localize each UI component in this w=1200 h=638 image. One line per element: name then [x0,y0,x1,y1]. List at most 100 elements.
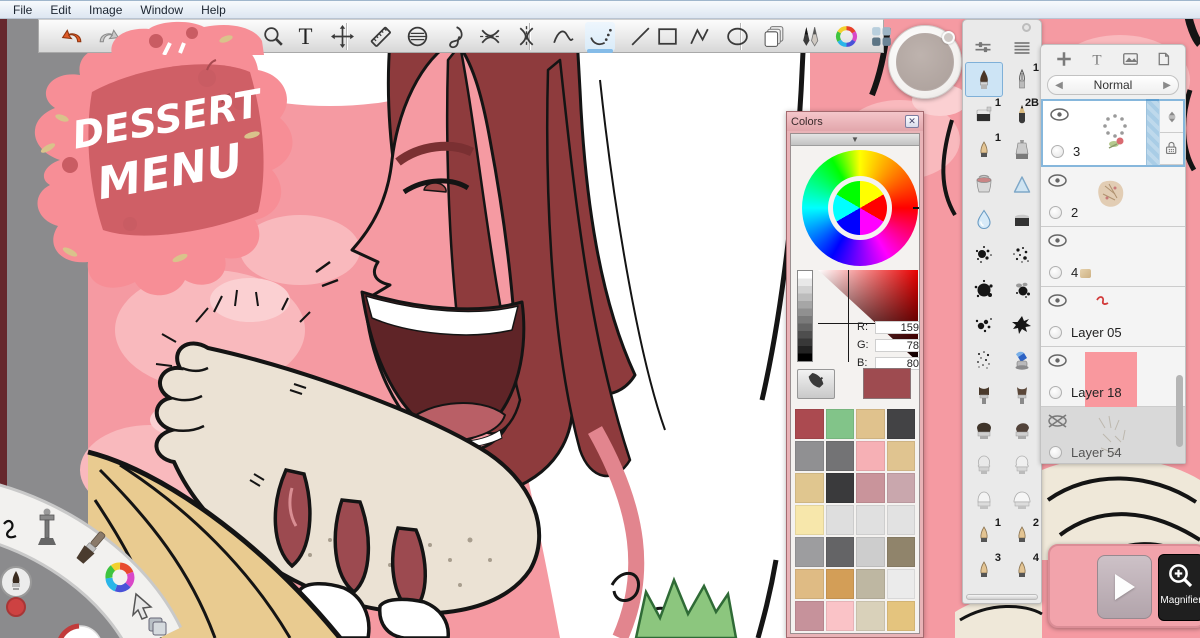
spray-can-brush[interactable] [1003,342,1041,377]
color-swatch[interactable] [887,633,916,634]
color-swatch[interactable] [795,409,824,439]
current-color-swatch[interactable] [863,368,911,399]
image-layer-icon[interactable] [1121,50,1140,68]
text-icon[interactable]: T [290,22,320,51]
layer-row[interactable]: 2 [1041,167,1185,227]
fluffy-brush-brush[interactable] [965,447,1003,482]
color-swatch[interactable] [795,537,824,567]
curve-icon[interactable] [548,22,578,51]
color-swatch[interactable] [825,569,854,599]
color-swatch[interactable] [856,633,885,634]
color-swatch[interactable] [795,633,824,634]
pen-nib-brush[interactable]: 1 [1003,62,1041,97]
layer-radio[interactable] [1049,386,1062,399]
play-button[interactable] [1097,555,1152,619]
triangle-brush[interactable] [1003,167,1041,202]
eye-icon[interactable] [1048,234,1067,247]
layer-reorder-icon[interactable] [1160,101,1183,133]
round-brush-brush[interactable] [965,412,1003,447]
rectangle-icon[interactable] [652,22,682,51]
menu-file[interactable]: File [4,2,41,18]
color-wheel-icon[interactable] [831,22,861,51]
color-swatch[interactable] [886,601,915,631]
symmetry-y-icon[interactable] [511,22,541,51]
blend-mode-select[interactable]: ◀ Normal ▶ [1047,75,1179,95]
ellipse-guide-icon[interactable] [402,22,432,51]
pencil-brush[interactable]: 2B [1003,97,1041,132]
round-brush-2-brush[interactable] [1003,412,1041,447]
colors-panel-titlebar[interactable]: Colors ✕ [787,112,923,131]
eye-icon[interactable] [1048,354,1067,367]
splat-spiky-brush[interactable] [1003,307,1041,342]
color-swatch[interactable] [825,505,854,535]
puck-handle-icon[interactable] [942,31,955,44]
ruler-icon[interactable] [365,22,395,51]
fluffy-brush-2-brush[interactable] [1003,447,1041,482]
color-swatch[interactable] [825,409,854,439]
layer-row[interactable]: Layer 54 [1041,407,1185,463]
french-curve-icon[interactable] [439,22,469,51]
wide-white-brush-brush[interactable] [1003,482,1041,517]
splat-small-brush[interactable] [965,237,1003,272]
brush-list-icon[interactable] [1002,35,1041,61]
layer-row[interactable]: Layer 05 [1041,287,1185,347]
layer-row[interactable]: 3 [1041,99,1185,167]
flat-brush-2-brush[interactable] [1003,377,1041,412]
color-swatch[interactable] [856,473,885,503]
layer-row[interactable]: 4 [1041,227,1185,287]
eye-hidden-icon[interactable] [1048,414,1067,428]
layer-radio[interactable] [1049,446,1062,459]
layers-scrollbar[interactable] [1176,375,1183,447]
color-swatch[interactable] [856,441,885,471]
flat-brush-brush[interactable] [965,377,1003,412]
eye-icon[interactable] [1050,108,1069,121]
splat-dots-brush[interactable] [1003,237,1041,272]
splat-mid-brush[interactable] [965,307,1003,342]
cone-brush[interactable]: 3 [965,552,1003,587]
polyline-icon[interactable] [685,22,715,51]
airbrush-brush[interactable] [1003,132,1041,167]
color-swatch[interactable] [886,505,915,535]
color-swatch[interactable] [795,569,824,599]
color-wheel[interactable] [802,150,918,266]
redo-icon[interactable] [93,22,123,51]
green-value-field[interactable]: 78 [875,338,919,352]
layer-radio[interactable] [1049,206,1062,219]
color-swatch[interactable] [886,409,915,439]
cone-brush[interactable]: 4 [1003,552,1041,587]
color-swatch[interactable] [886,537,915,567]
color-swatch[interactable] [856,409,885,439]
color-swatch[interactable] [825,601,854,631]
color-swatch[interactable] [886,569,915,599]
brush-editor-icon[interactable] [795,22,825,51]
zoom-icon[interactable] [258,22,288,51]
layers-icon[interactable] [759,22,789,51]
layer-opacity-strip[interactable] [1146,101,1159,165]
color-wheel-inner-pie[interactable] [833,181,887,235]
color-swatch[interactable] [886,473,915,503]
drop-brush[interactable] [965,202,1003,237]
layer-radio[interactable] [1049,266,1062,279]
text-layer-icon[interactable]: T [1088,50,1106,68]
color-swatch[interactable] [825,537,854,567]
curve-dots-icon[interactable] [585,22,615,53]
flat-white-brush-brush[interactable] [965,482,1003,517]
color-swatch[interactable] [826,633,855,634]
duplicate-layer-icon[interactable] [1155,50,1172,68]
eye-icon[interactable] [1048,174,1067,187]
color-swatch[interactable] [856,505,885,535]
blend-next-icon[interactable]: ▶ [1156,80,1178,91]
collapse-bar[interactable]: ▼ [791,134,919,146]
gray-scale-strip[interactable] [797,270,813,362]
eraser-brush[interactable] [1003,202,1041,237]
splat-big-brush[interactable] [965,272,1003,307]
magnifier-button[interactable]: Magnifier [1158,554,1200,621]
color-swatch[interactable] [825,473,854,503]
close-icon[interactable]: ✕ [905,115,919,128]
cone-brush[interactable]: 2 [1003,517,1041,552]
ink-bottle-brush[interactable]: 1 [965,97,1003,132]
color-swatch[interactable] [856,601,885,631]
brush-tip-brush[interactable] [965,62,1003,97]
bucket-brush[interactable] [965,167,1003,202]
spray-dots-brush[interactable] [965,342,1003,377]
